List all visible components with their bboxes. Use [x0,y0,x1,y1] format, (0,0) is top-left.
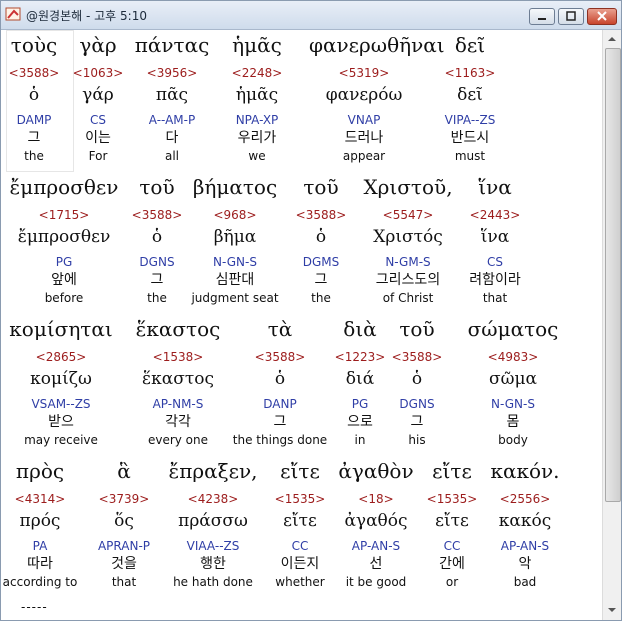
maximize-button[interactable] [558,8,584,25]
minimize-icon [538,18,546,20]
word-korean: 받으 [48,414,74,430]
close-button[interactable] [587,8,617,25]
scroll-down-button[interactable] [604,602,620,618]
minimize-button[interactable] [529,8,555,25]
word-strongs: <2248> [231,66,283,80]
word-strongs: <2556> [499,492,551,506]
word-english: bad [513,575,537,589]
word-korean: 각각 [165,414,191,430]
word-greek: δεῖ [454,33,486,57]
word-parsing: NPA-XP [235,113,279,127]
word-english: must [454,149,486,163]
window-title: @원경본해 - 고후 5:10 [26,9,147,23]
word-english: body [498,433,528,447]
word-greek: φανερωθῆναι [309,33,445,57]
vertical-scrollbar[interactable] [602,30,621,620]
footer-marker: ----- [21,600,48,614]
word-english: his [408,433,426,447]
word-parsing: N-GN-S [491,397,535,411]
word-column[interactable]: ἕκαστος <1538> ἕκαστος AP-NM-S 각각 every one [123,316,233,449]
word-korean: 몸 [506,414,520,430]
word-parsing: DGNS [399,397,435,411]
word-parsing: VNAP [347,113,381,127]
word-lexeme: δεῖ [457,85,483,105]
word-korean: 드러나 [344,130,384,146]
close-icon [597,11,607,21]
word-lexeme: κακός [498,511,552,531]
word-column[interactable]: φανερωθῆναι <5319> φανερόω VNAP 드러나 appear [309,32,445,165]
title-bar[interactable]: @원경본해 - 고후 5:10 [1,1,621,30]
word-english: every one [147,433,209,447]
word-greek: σώματος [467,317,559,341]
word-column[interactable]: ἵνα <2443> ἵνα CS 려함이라 that [440,174,550,307]
scrollbar-thumb[interactable] [605,48,621,502]
word-greek: ἵνα [478,175,512,199]
word-korean: 려함이라 [469,272,521,288]
word-strongs: <2443> [469,208,521,222]
word-column[interactable]: κομίσηται <2865> κομίζω VSAM--ZS 받으 may recei… [6,316,116,449]
word-korean: 우리가 [237,130,277,146]
word-lexeme: φανερόω [325,85,403,105]
word-greek: ἕκαστος [135,317,221,341]
word-column[interactable]: τοῦ <3588> ὁ DGNS 그 his [362,316,472,449]
scroll-down-arrow-icon [608,608,616,612]
word-column[interactable]: ἡμᾶς <2248> ἡμᾶς NPA-XP 우리가 we [202,32,312,165]
word-parsing: VSAM--ZS [31,397,91,411]
word-column[interactable]: δεῖ <1163> δεῖ VIPA--ZS 반드시 must [415,32,525,165]
word-strongs: <3588> [391,350,443,364]
word-greek: ἡμᾶς [232,33,282,57]
maximize-icon [566,11,576,21]
word-strongs: <1538> [152,350,204,364]
word-parsing: AP-AN-S [500,539,550,553]
word-strongs: <4983> [487,350,539,364]
word-parsing: CS [487,255,503,269]
word-strongs: <1163> [444,66,496,80]
word-greek: τοῦ [399,317,435,341]
word-parsing: VIPA--ZS [444,113,496,127]
word-english: we [248,149,266,163]
word-strongs: <5319> [338,66,390,80]
word-parsing: AP-NM-S [152,397,204,411]
scroll-up-arrow-icon [608,37,616,41]
word-lexeme: κομίζω [30,369,92,389]
word-lexeme: ὁ [411,369,423,389]
word-greek: κομίσηται [9,317,113,341]
word-korean: 반드시 [450,130,490,146]
word-lexeme: ἕκαστος [142,369,214,389]
word-strongs: <2865> [35,350,87,364]
word-lexeme: ἵνα [480,227,510,247]
word-column[interactable]: σώματος <4983> σῶμα N-GN-S 몸 body [458,316,568,449]
word-korean: 악 [518,556,532,572]
word-lexeme: ἡμᾶς [235,85,279,105]
main-window: @원경본해 - 고후 5:10 τοὺς <3588> ὁ DAMP 그 the γὰρ <1… [0,0,622,621]
bible-app-icon [5,7,21,21]
word-column[interactable]: κακόν. <2556> κακός AP-AN-S 악 bad [470,458,580,591]
word-korean: 그 [410,414,424,430]
word-lexeme: σῶμα [489,369,537,389]
word-english: appear [342,149,386,163]
word-english: that [482,291,508,305]
scroll-up-button[interactable] [604,31,620,47]
word-greek: κακόν. [490,459,560,483]
interlinear-view[interactable]: τοὺς <3588> ὁ DAMP 그 the γὰρ <1063> γάρ CS 이는 For πά… [1,30,602,620]
word-english: may receive [24,433,98,447]
